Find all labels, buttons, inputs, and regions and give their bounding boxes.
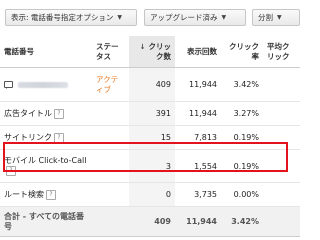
total-label: 合計 - すべての電話番号 xyxy=(0,206,92,237)
avg-cell xyxy=(263,125,300,150)
speech-bubble-icon xyxy=(4,81,13,89)
status-text: アクティブ xyxy=(96,74,119,94)
total-status-cell xyxy=(92,206,129,237)
segment-button[interactable]: 分割 ▼ xyxy=(252,9,300,26)
table-row: アクティブ 409 11,944 3.42% xyxy=(0,67,300,102)
clicks-cell: 3 xyxy=(129,149,175,183)
avg-cell xyxy=(263,101,300,126)
status-cell xyxy=(92,182,129,207)
help-icon[interactable]: ? xyxy=(6,165,16,176)
chevron-down-icon: ▼ xyxy=(117,14,123,21)
avg-cell xyxy=(263,149,300,183)
chevron-down-icon: ▼ xyxy=(277,14,282,21)
table-header-row: 電話番号 ステータス ↓ クリック数 表示回数 クリック率 平均クリック xyxy=(0,36,300,68)
help-icon[interactable]: ? xyxy=(46,189,56,200)
status-cell xyxy=(92,125,129,150)
view-dropdown-button[interactable]: 表示: 電話番号指定オプション ▼ xyxy=(5,9,137,26)
extensions-table: 電話番号 ステータス ↓ クリック数 表示回数 クリック率 平均クリック アクティ… xyxy=(0,36,300,237)
status-cell: アクティブ xyxy=(92,67,129,102)
row-label: モバイル Click-to-Call xyxy=(4,155,87,165)
phone-cell: モバイル Click-to-Call? xyxy=(0,149,92,183)
phone-cell: 広告タイトル? xyxy=(0,101,92,126)
clicks-cell: 0 xyxy=(129,182,175,207)
row-label: ルート検索 xyxy=(4,190,44,199)
segment-label: 分割 xyxy=(258,13,273,22)
sort-descending-icon: ↓ xyxy=(139,42,146,51)
clicks-cell: 15 xyxy=(129,125,175,150)
impressions-cell: 11,944 xyxy=(175,101,221,126)
redacted-phone-number xyxy=(18,81,68,88)
ctr-cell: 0.19% xyxy=(221,125,263,150)
table-row: ルート検索? 0 3,735 0.00% xyxy=(0,182,300,207)
help-icon[interactable]: ? xyxy=(54,108,64,119)
total-impressions: 11,944 xyxy=(175,206,221,237)
status-cell xyxy=(92,101,129,126)
chevron-down-icon: ▼ xyxy=(221,14,227,21)
total-ctr: 3.42% xyxy=(221,206,263,237)
header-impressions[interactable]: 表示回数 xyxy=(175,36,221,68)
ctr-cell: 0.00% xyxy=(221,182,263,207)
header-ctr[interactable]: クリック率 xyxy=(221,36,263,68)
total-row: 合計 - すべての電話番号 409 11,944 3.42% xyxy=(0,206,300,237)
clicks-cell: 391 xyxy=(129,101,175,126)
status-cell xyxy=(92,149,129,183)
phone-cell xyxy=(0,67,92,102)
clicks-cell: 409 xyxy=(129,67,175,102)
view-dropdown-label: 表示: 電話番号指定オプション xyxy=(11,13,114,22)
total-avg-cell xyxy=(263,206,300,237)
upgrade-filter-label: アップグレード済み xyxy=(150,13,218,22)
avg-cell xyxy=(263,182,300,207)
ctr-cell: 3.42% xyxy=(221,67,263,102)
impressions-cell: 1,554 xyxy=(175,149,221,183)
impressions-cell: 11,944 xyxy=(175,67,221,102)
table-row: モバイル Click-to-Call? 3 1,554 0.19% xyxy=(0,149,300,183)
ctr-cell: 0.19% xyxy=(221,149,263,183)
phone-cell: サイトリンク? xyxy=(0,125,92,150)
header-avg[interactable]: 平均クリック xyxy=(263,36,300,68)
ctr-cell: 3.27% xyxy=(221,101,263,126)
total-clicks: 409 xyxy=(129,206,175,237)
avg-cell xyxy=(263,67,300,102)
phone-cell: ルート検索? xyxy=(0,182,92,207)
toolbar: 表示: 電話番号指定オプション ▼ アップグレード済み ▼ 分割 ▼ xyxy=(0,0,300,36)
table-row: 広告タイトル? 391 11,944 3.27% xyxy=(0,101,300,126)
header-clicks-label: クリック数 xyxy=(148,41,172,61)
header-phone[interactable]: 電話番号 xyxy=(0,36,92,68)
help-icon[interactable]: ? xyxy=(54,132,64,143)
upgrade-filter-button[interactable]: アップグレード済み ▼ xyxy=(144,9,246,26)
impressions-cell: 7,813 xyxy=(175,125,221,150)
table-row: サイトリンク? 15 7,813 0.19% xyxy=(0,125,300,150)
row-label: サイトリンク xyxy=(4,133,52,142)
row-label: 広告タイトル xyxy=(4,109,52,118)
header-clicks[interactable]: ↓ クリック数 xyxy=(129,36,175,68)
header-status[interactable]: ステータス xyxy=(92,36,129,68)
impressions-cell: 3,735 xyxy=(175,182,221,207)
